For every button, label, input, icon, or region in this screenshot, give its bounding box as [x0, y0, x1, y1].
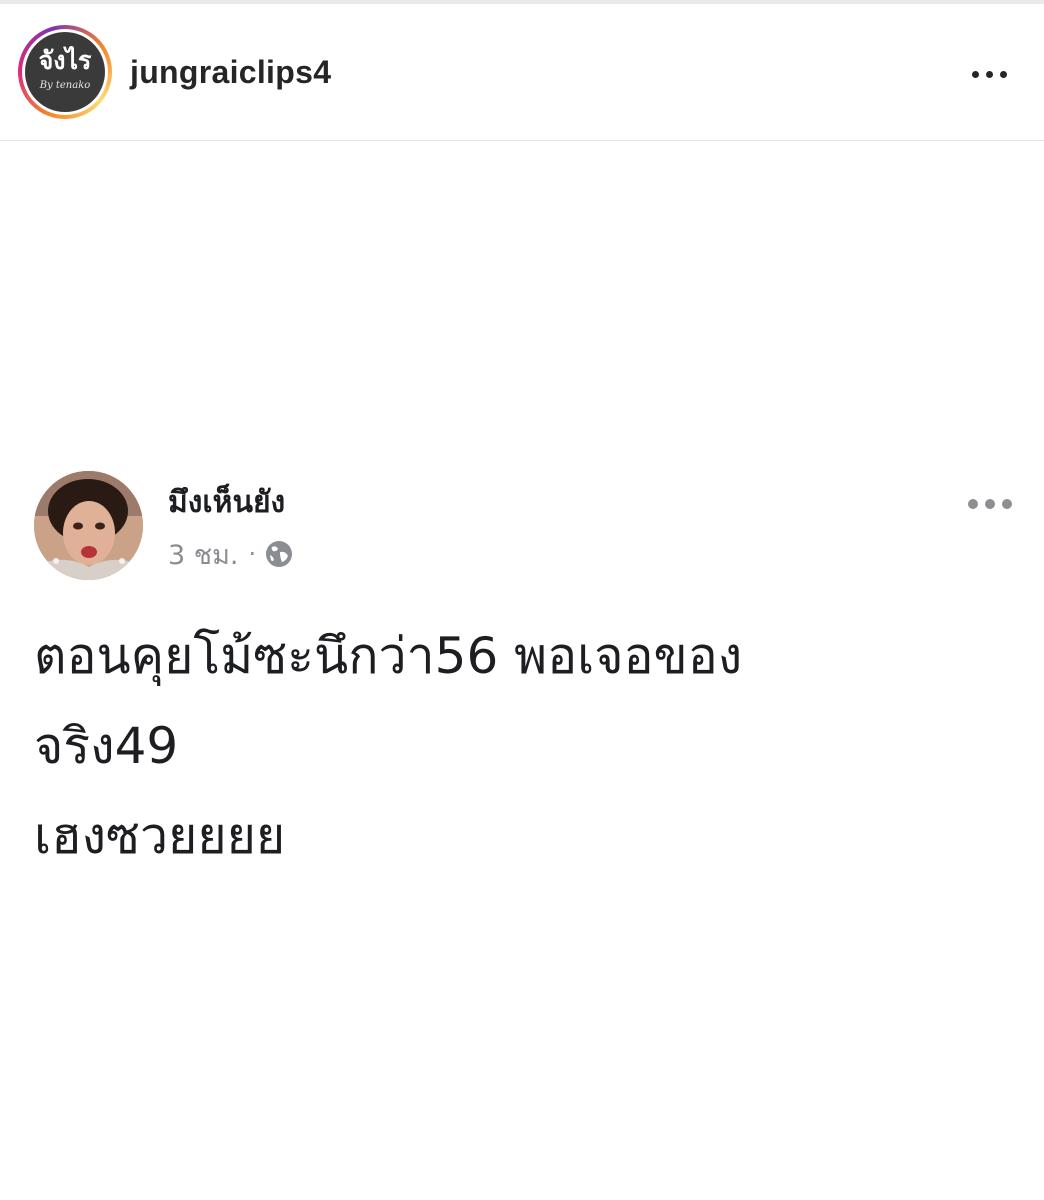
avatar-ring-gap: จังไร By tenako: [22, 29, 108, 115]
dot: [972, 71, 979, 78]
profile-avatar-story-ring[interactable]: จังไร By tenako: [18, 25, 112, 119]
post-image: มึงเห็นยัง 3 ชม. · ตอนคุยโม้ซะนึกว่า56 พ…: [0, 141, 1044, 1200]
dot: [1000, 71, 1007, 78]
facebook-author-avatar[interactable]: [34, 471, 143, 580]
avatar-logo-text: จังไร: [38, 46, 92, 75]
dot: [968, 499, 978, 509]
dot: [985, 499, 995, 509]
facebook-post-more-icon[interactable]: [962, 487, 1018, 521]
globe-icon: [266, 541, 293, 567]
dot: [986, 71, 993, 78]
facebook-post-text: ตอนคุยโม้ซะนึกว่า56 พอเจอของ จริง49 เฮงซ…: [34, 611, 1014, 881]
post-timestamp[interactable]: 3 ชม.: [168, 533, 238, 576]
avatar-photo-icon: [34, 471, 143, 580]
avatar-logo-subtext: By tenako: [39, 80, 91, 91]
facebook-author-name[interactable]: มึงเห็นยัง: [168, 479, 285, 526]
instagram-post-header: จังไร By tenako jungraiclips4: [0, 4, 1044, 141]
profile-avatar[interactable]: จังไร By tenako: [25, 32, 105, 112]
post-text-line: เฮงซวยยยย: [34, 807, 286, 865]
post-options-more-icon[interactable]: [962, 56, 1018, 92]
dot: [1002, 499, 1012, 509]
post-text-line: จริง49: [34, 717, 179, 775]
profile-username[interactable]: jungraiclips4: [130, 54, 331, 91]
post-text-line: ตอนคุยโม้ซะนึกว่า56 พอเจอของ: [34, 627, 743, 685]
meta-separator: ·: [248, 540, 257, 568]
post-meta: 3 ชม. ·: [168, 536, 294, 572]
